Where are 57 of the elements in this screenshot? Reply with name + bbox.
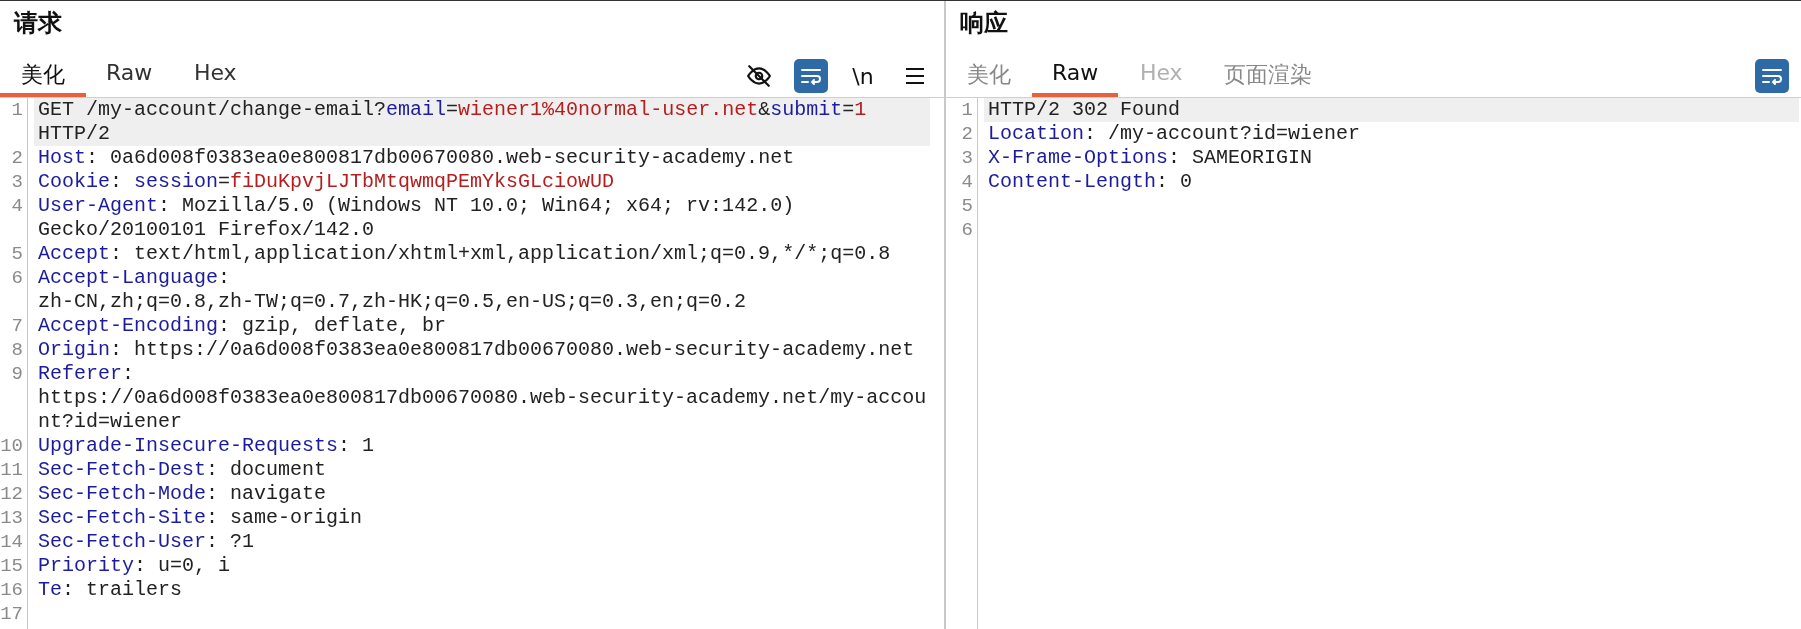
line-number: 4 (0, 194, 28, 242)
code-line: Gecko/20100101 Firefox/142.0 (37, 218, 376, 242)
line-number: 5 (946, 194, 978, 218)
newline-label: \n (852, 63, 874, 89)
line-number: 6 (946, 218, 978, 242)
line-number: 1 (946, 98, 978, 122)
code-line: Host: 0a6d008f0383ea0e800817db00670080.web-security-academy.net (37, 146, 796, 170)
code-line: https://0a6d008f0383ea0e800817db00670080.web-security-academy.net/my-accou (37, 386, 928, 410)
code-line: Te: trailers (37, 578, 184, 602)
line-number: 6 (0, 266, 28, 314)
line-number: 8 (0, 338, 28, 362)
line-number: 5 (0, 242, 28, 266)
code-line: nt?id=wiener (37, 410, 184, 434)
eye-off-icon (746, 63, 772, 89)
code-line: User-Agent: Mozilla/5.0 (Windows NT 10.0; Win64; x64; rv:142.0) (37, 194, 796, 218)
code-line: Sec-Fetch-Dest: document (37, 458, 328, 482)
wrap-button[interactable] (1755, 59, 1789, 93)
tab[interactable]: 页面渲染 (1204, 60, 1333, 97)
pane-title: 响应 (959, 8, 1009, 39)
pane-title: 请求 (12, 8, 63, 39)
line-number: 4 (946, 170, 978, 194)
code-line: Priority: u=0, i (37, 554, 232, 578)
newline-button[interactable]: \n (846, 59, 880, 93)
wrap-button[interactable] (794, 59, 828, 93)
line-number: 10 (0, 434, 28, 458)
line-number: 12 (0, 482, 28, 506)
line-number: 2 (0, 146, 28, 170)
code-line: Sec-Fetch-Site: same-origin (37, 506, 364, 530)
code-line: Sec-Fetch-User: ?1 (37, 530, 256, 554)
line-number: 3 (946, 146, 978, 170)
code-line: Accept-Language: (37, 266, 232, 290)
line-number: 13 (0, 506, 28, 530)
code-line: Content-Length: 0 (987, 170, 1194, 194)
line-number: 11 (0, 458, 28, 482)
code-line: Sec-Fetch-Mode: navigate (37, 482, 328, 506)
code-line: Cookie: session=fiDuKpvjLJTbMtqwmqPEmYksGLciowUD (37, 170, 616, 194)
line-number: 3 (0, 170, 28, 194)
tab[interactable]: Raw (86, 60, 173, 97)
line-number: 7 (0, 314, 28, 338)
code-line: Location: /my-account?id=wiener (987, 122, 1362, 146)
code-line: Upgrade-Insecure-Requests: 1 (37, 434, 376, 458)
code-line: Referer: (37, 362, 136, 386)
code-line: X-Frame-Options: SAMEORIGIN (987, 146, 1314, 170)
tab[interactable]: Hex (172, 60, 259, 97)
code-line: Origin: https://0a6d008f0383ea0e800817db00670080.web-security-academy.net (37, 338, 916, 362)
line-number: 2 (946, 122, 978, 146)
line-number: 15 (0, 554, 28, 578)
code-line: zh-CN,zh;q=0.8,zh-TW;q=0.7,zh-HK;q=0.5,en-US;q=0.3,en;q=0.2 (37, 290, 748, 314)
line-number: 9 (0, 362, 28, 434)
line-number: 17 (0, 602, 28, 626)
menu-icon (904, 66, 926, 86)
line-number: 16 (0, 578, 28, 602)
code-line: Accept: text/html,application/xhtml+xml,application/xml;q=0.9,*/*;q=0.8 (37, 242, 892, 266)
tab[interactable]: 美化 (946, 60, 1032, 97)
code-line: Accept-Encoding: gzip, deflate, br (37, 314, 448, 338)
line-number: 14 (0, 530, 28, 554)
line-number: 1 (0, 98, 28, 146)
